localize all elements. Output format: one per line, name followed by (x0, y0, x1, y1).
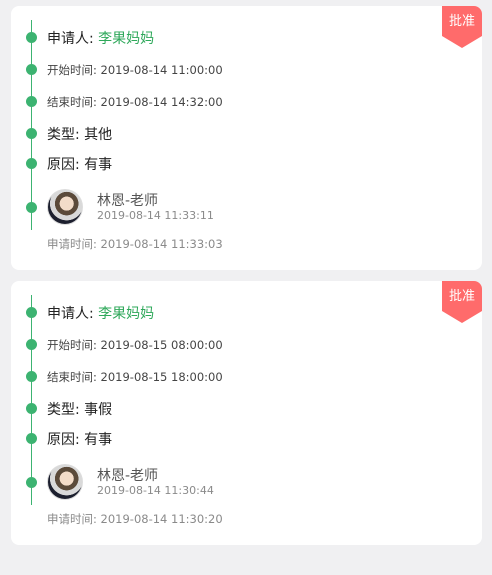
start-time-row: 开始时间: 2019-08-14 11:00:00 (47, 62, 442, 78)
timeline-dot (26, 158, 37, 169)
reason-row: 原因: 有事 (47, 154, 442, 174)
timeline-dot (26, 339, 37, 350)
approver-name: 林恩-老师 (97, 468, 159, 484)
type-value: 事假 (84, 402, 113, 418)
approver-name: 林恩-老师 (97, 193, 159, 209)
timeline-dot (26, 477, 37, 488)
applicant-name: 李果妈妈 (98, 306, 155, 322)
apply-time-row: 申请时间: 2019-08-14 11:33:03 (47, 236, 223, 252)
timeline-dot (26, 128, 37, 139)
timeline-dot (26, 307, 37, 318)
approver-avatar (47, 464, 83, 500)
type-label: 类型: (47, 402, 80, 418)
type-row: 类型: 事假 (47, 399, 442, 419)
applicant-label: 申请人: (47, 31, 94, 47)
approver-avatar (47, 189, 83, 225)
applicant-label: 申请人: (47, 306, 94, 322)
applicant-row: 申请人: 李果妈妈 (47, 303, 442, 323)
leave-record-card[interactable]: 申请人: 李果妈妈 开始时间: 2019-08-15 08:00:00 结束时间… (11, 281, 482, 545)
approver-time: 2019-08-14 11:33:11 (97, 209, 214, 222)
end-time-value: 2019-08-15 18:00:00 (100, 370, 223, 384)
timeline-line (31, 295, 32, 505)
type-row: 类型: 其他 (47, 124, 442, 144)
applicant-row: 申请人: 李果妈妈 (47, 28, 442, 48)
timeline-dot (26, 64, 37, 75)
timeline-dot (26, 371, 37, 382)
reason-label: 原因: (47, 157, 80, 173)
timeline-dot (26, 96, 37, 107)
start-time-value: 2019-08-14 11:00:00 (100, 63, 223, 77)
apply-time-row: 申请时间: 2019-08-14 11:30:20 (47, 511, 223, 527)
reason-value: 有事 (84, 157, 113, 173)
reason-label: 原因: (47, 432, 80, 448)
start-time-label: 开始时间: (47, 63, 97, 77)
status-badge-label: 批准 (448, 14, 475, 29)
apply-time-label: 申请时间: (47, 512, 97, 526)
reason-row: 原因: 有事 (47, 429, 442, 449)
reason-value: 有事 (84, 432, 113, 448)
apply-time-label: 申请时间: (47, 237, 97, 251)
apply-time-value: 2019-08-14 11:33:03 (100, 237, 223, 251)
end-time-label: 结束时间: (47, 370, 97, 384)
timeline-dot (26, 403, 37, 414)
end-time-row: 结束时间: 2019-08-14 14:32:00 (47, 94, 442, 110)
status-badge-label: 批准 (448, 289, 475, 304)
type-value: 其他 (84, 127, 113, 143)
leave-record-card[interactable]: 申请人: 李果妈妈 开始时间: 2019-08-14 11:00:00 结束时间… (11, 6, 482, 270)
timeline-line (31, 20, 32, 230)
end-time-row: 结束时间: 2019-08-15 18:00:00 (47, 369, 442, 385)
type-label: 类型: (47, 127, 80, 143)
approver-time: 2019-08-14 11:30:44 (97, 484, 214, 497)
end-time-label: 结束时间: (47, 95, 97, 109)
timeline-dot (26, 202, 37, 213)
timeline-dot (26, 433, 37, 444)
timeline-dot (26, 32, 37, 43)
start-time-label: 开始时间: (47, 338, 97, 352)
applicant-name: 李果妈妈 (98, 31, 155, 47)
start-time-value: 2019-08-15 08:00:00 (100, 338, 223, 352)
status-badge: 批准 (442, 6, 482, 50)
apply-time-value: 2019-08-14 11:30:20 (100, 512, 223, 526)
status-badge: 批准 (442, 281, 482, 325)
end-time-value: 2019-08-14 14:32:00 (100, 95, 223, 109)
start-time-row: 开始时间: 2019-08-15 08:00:00 (47, 337, 442, 353)
